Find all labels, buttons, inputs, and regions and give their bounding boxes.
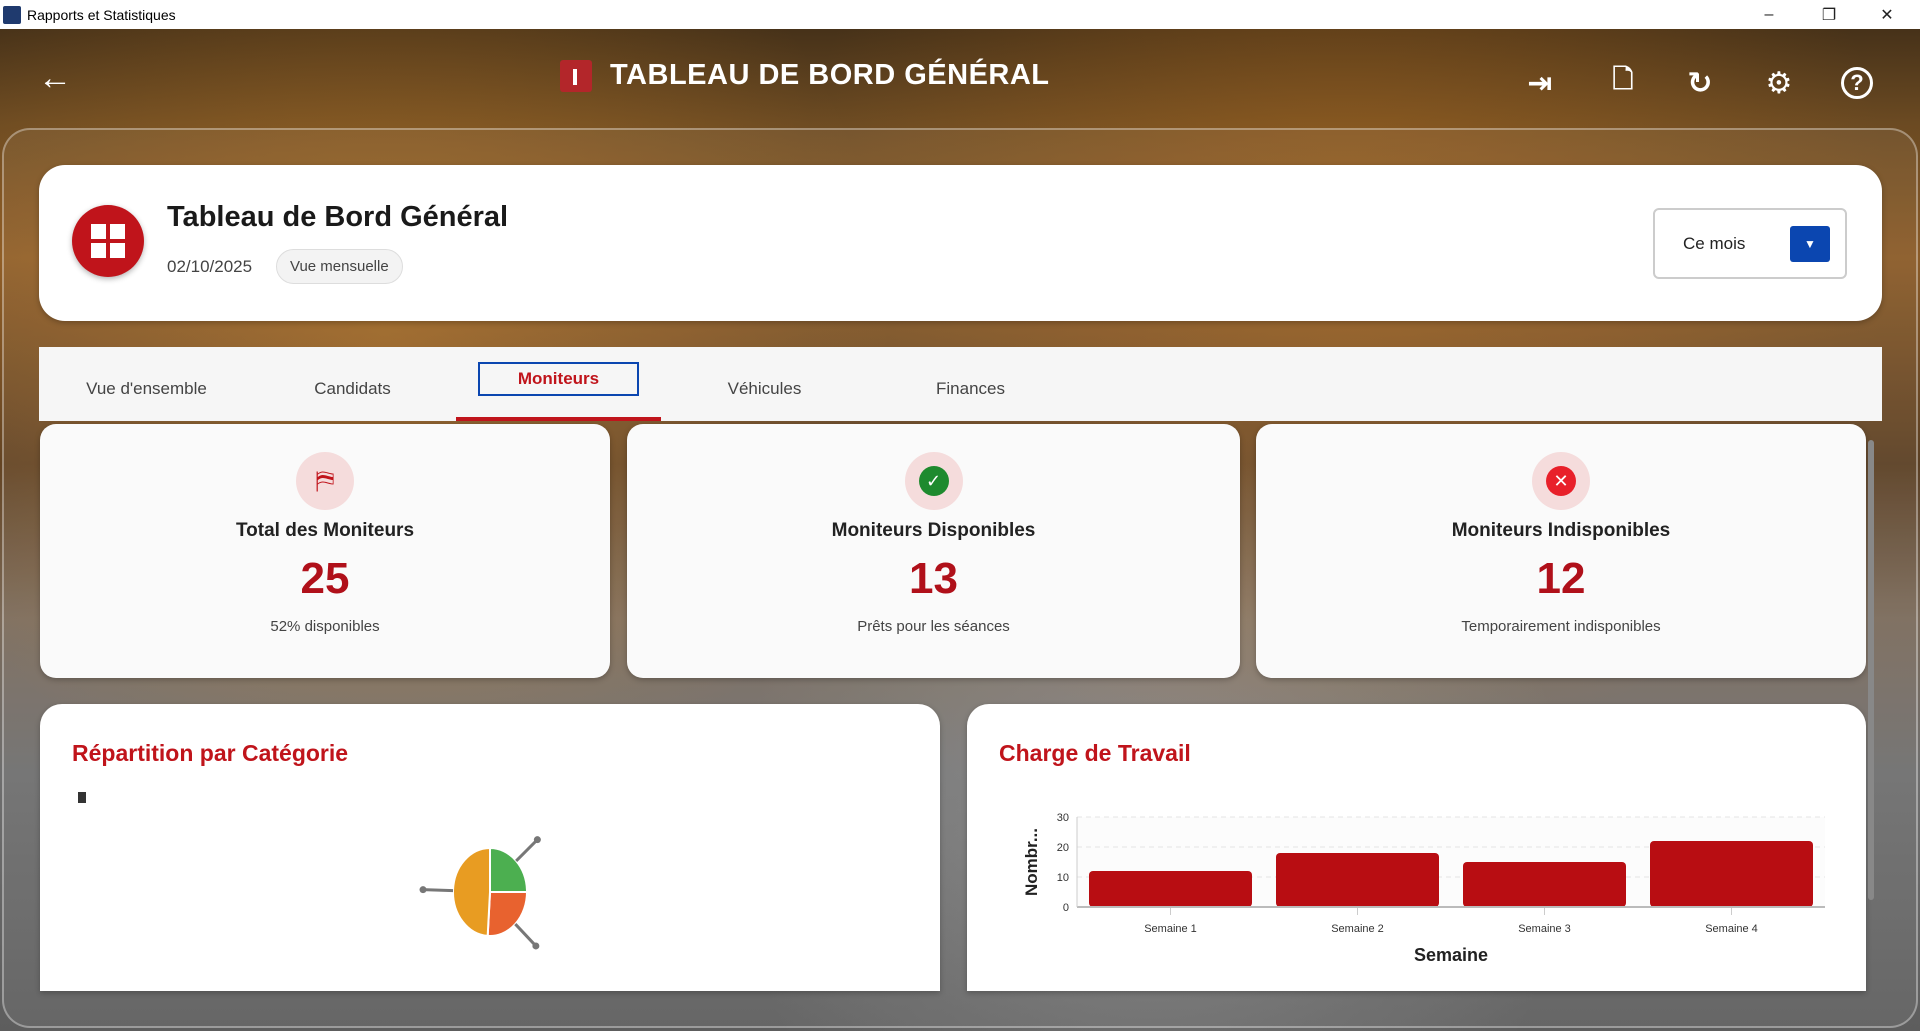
tab-label: Véhicules [727,379,802,398]
header-title-text: TABLEAU DE BORD GÉNÉRAL [610,59,1050,91]
stat-card-unavailable: ✕ Moniteurs Indisponibles 12 Temporairem… [1256,424,1866,678]
period-select-value: Ce mois [1683,234,1746,253]
tab-vehicules[interactable]: Véhicules [662,347,867,421]
tab-moniteurs[interactable]: Moniteurs [456,347,661,421]
tab-label: Candidats [314,379,391,398]
scrollbar[interactable] [1868,440,1874,900]
stat-value: 12 [1536,554,1586,603]
pie-leader-line [422,888,454,893]
stat-value: 13 [909,554,958,603]
tab-bar: Vue d'ensemble Candidats Moniteurs Véhic… [39,347,1882,421]
pie-leader-line [514,923,537,947]
pie-leader-dot [532,942,540,950]
dashboard-date: 02/10/2025 [167,257,253,276]
bar [1276,853,1439,907]
x-tick-label: Semaine 4 [1705,923,1758,935]
window-titlebar: Rapports et Statistiques – ❐ ✕ [0,0,1920,29]
workload-chart-card: Charge de Travail 0 10 20 30 Semaine 1 Semain… [967,704,1866,991]
pie-leader-dot [533,836,541,844]
chevron-down-icon[interactable]: ▼ [1790,226,1830,262]
export-icon[interactable]: ⇥ [1520,63,1560,103]
tab-finances[interactable]: Finances [868,347,1073,421]
tab-label: Vue d'ensemble [86,379,207,398]
tab-label: Moniteurs [477,362,640,396]
back-arrow-icon[interactable]: ← [38,59,72,98]
pie-chart [419,836,541,950]
x-tick-label: Semaine 1 [1144,923,1197,935]
stat-subtext: Temporairement indisponibles [1461,618,1661,635]
bar-chart: 0 10 20 30 Semaine 1 Semaine 2 Semaine 3 Semain… [1022,812,1825,965]
dashboard-title: Tableau de Bord Général [167,201,509,233]
maximize-button[interactable]: ❐ [1800,0,1858,29]
pie-slice [452,846,491,937]
stat-label: Total des Moniteurs [235,520,415,541]
stat-value: 25 [300,554,350,603]
tab-candidats[interactable]: Candidats [250,347,455,421]
settings-icon[interactable]: ⚙ [1759,63,1799,103]
grid-icon [72,205,144,277]
header-title: TABLEAU DE BORD GÉNÉRAL [560,59,1050,92]
close-button[interactable]: ✕ [1858,0,1916,29]
y-tick-label: 10 [1057,872,1069,884]
view-chip: Vue mensuelle [276,249,403,284]
pie-leader-dot [419,886,427,894]
bar [1463,862,1626,907]
x-tick-label: Semaine 3 [1518,923,1571,935]
chart-logo-icon [560,59,592,92]
stat-card-available: ✓ Moniteurs Disponibles 13 Prêts pour le… [627,424,1240,678]
minimize-button[interactable]: – [1740,0,1798,29]
app-icon [3,5,21,24]
y-tick-label: 30 [1057,812,1069,824]
stat-label: Moniteurs Indisponibles [1451,520,1671,541]
help-icon[interactable]: ? [1841,67,1873,99]
tab-overview[interactable]: Vue d'ensemble [44,347,249,421]
pie-leader-line [515,838,539,862]
period-select[interactable]: Ce mois ▼ [1653,208,1847,279]
y-axis-label: Nombr... [1022,828,1041,896]
pdf-icon[interactable]: 🗋 [1603,63,1643,103]
category-chart-card: Répartition par Catégorie [40,704,940,991]
x-axis-label: Semaine [1414,945,1488,965]
stat-card-total: ⛿ Total des Moniteurs 25 52% disponibles [40,424,610,678]
y-tick-label: 0 [1063,902,1069,914]
window-title: Rapports et Statistiques [27,6,176,23]
stat-label: Moniteurs Disponibles [831,520,1036,541]
refresh-icon[interactable]: ↻ [1680,63,1720,103]
y-tick-label: 20 [1057,842,1069,854]
check-circle-icon: ✓ [904,452,963,510]
bar [1089,871,1252,907]
stat-subtext: Prêts pour les séances [857,618,1010,635]
x-circle-icon: ✕ [1532,452,1590,510]
instructor-icon: ⛿ [296,452,354,510]
tab-label: Finances [936,379,1005,398]
app-header: ← TABLEAU DE BORD GÉNÉRAL ⇥ 🗋 ↻ ⚙ ? [0,29,1920,129]
dashboard-header-card: Tableau de Bord Général 02/10/2025 Vue m… [39,165,1882,321]
stat-subtext: 52% disponibles [270,618,380,635]
x-tick-label: Semaine 2 [1331,923,1384,935]
bar [1650,841,1813,907]
